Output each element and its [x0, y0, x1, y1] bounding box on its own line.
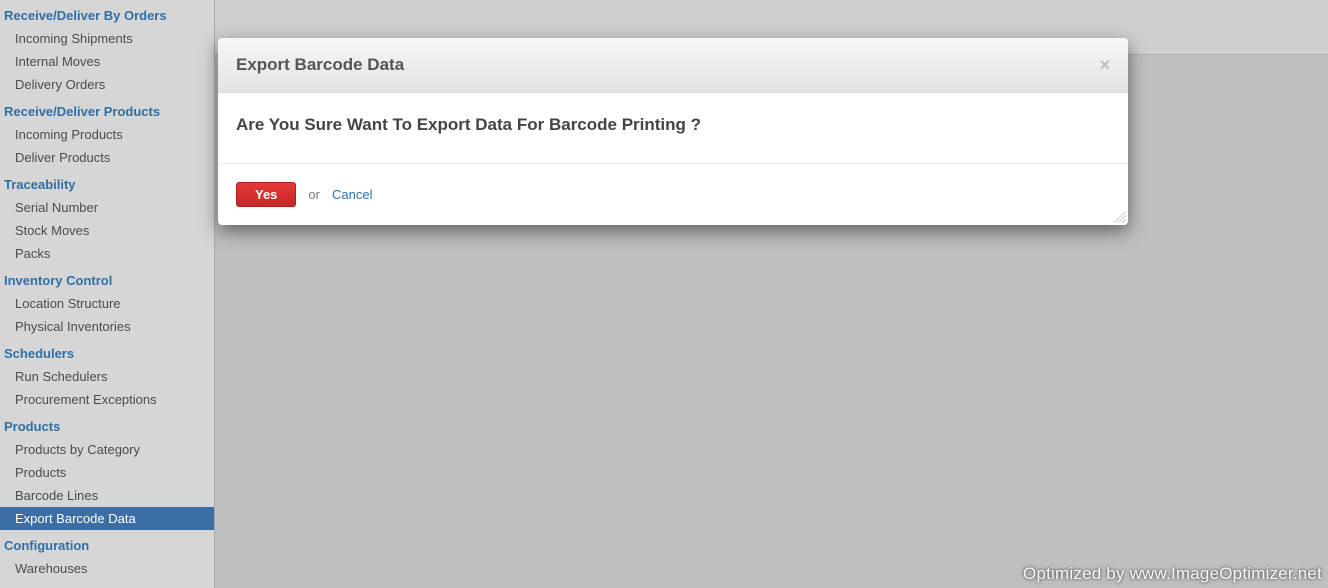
- sidebar-item-packs[interactable]: Packs: [0, 242, 214, 265]
- sidebar-item-barcode-lines[interactable]: Barcode Lines: [0, 484, 214, 507]
- yes-button[interactable]: Yes: [236, 182, 296, 207]
- modal-title: Export Barcode Data: [236, 55, 404, 75]
- sidebar-item-deliver-products[interactable]: Deliver Products: [0, 146, 214, 169]
- sidebar-item-products[interactable]: Products: [0, 461, 214, 484]
- sidebar-item-export-barcode-data[interactable]: Export Barcode Data: [0, 507, 214, 530]
- or-text: or: [308, 187, 320, 202]
- sidebar-item-delivery-orders[interactable]: Delivery Orders: [0, 73, 214, 96]
- sidebar-item-products-by-category[interactable]: Products by Category: [0, 438, 214, 461]
- modal-message: Are You Sure Want To Export Data For Bar…: [236, 115, 1110, 135]
- modal-footer: Yes or Cancel: [218, 164, 1128, 225]
- sidebar-item-internal-moves[interactable]: Internal Moves: [0, 50, 214, 73]
- sidebar-item-stock-moves[interactable]: Stock Moves: [0, 219, 214, 242]
- resize-handle-icon[interactable]: [1114, 211, 1126, 223]
- sidebar-item-run-schedulers[interactable]: Run Schedulers: [0, 365, 214, 388]
- close-icon[interactable]: ×: [1099, 56, 1110, 74]
- sidebar-item-serial-number[interactable]: Serial Number: [0, 196, 214, 219]
- modal-body: Are You Sure Want To Export Data For Bar…: [218, 93, 1128, 164]
- sidebar-item-physical-inventories[interactable]: Physical Inventories: [0, 315, 214, 338]
- modal-header: Export Barcode Data ×: [218, 38, 1128, 93]
- watermark-text: Optimized by www.ImageOptimizer.net: [1023, 564, 1322, 584]
- sidebar-section-title: Receive/Deliver By Orders: [0, 0, 214, 27]
- sidebar-item-incoming-products[interactable]: Incoming Products: [0, 123, 214, 146]
- sidebar-section-title: Inventory Control: [0, 265, 214, 292]
- sidebar-section-title: Configuration: [0, 530, 214, 557]
- cancel-link[interactable]: Cancel: [332, 187, 372, 202]
- sidebar-section-title: Receive/Deliver Products: [0, 96, 214, 123]
- sidebar-item-procurement-exceptions[interactable]: Procurement Exceptions: [0, 388, 214, 411]
- sidebar-section-title: Products: [0, 411, 214, 438]
- sidebar-item-location-structure[interactable]: Location Structure: [0, 292, 214, 315]
- sidebar-nav: Receive/Deliver By OrdersIncoming Shipme…: [0, 0, 215, 588]
- sidebar-section-title: Traceability: [0, 169, 214, 196]
- export-barcode-modal: Export Barcode Data × Are You Sure Want …: [218, 38, 1128, 225]
- sidebar-section-title: Schedulers: [0, 338, 214, 365]
- sidebar-item-incoming-shipments[interactable]: Incoming Shipments: [0, 27, 214, 50]
- sidebar-item-warehouses[interactable]: Warehouses: [0, 557, 214, 580]
